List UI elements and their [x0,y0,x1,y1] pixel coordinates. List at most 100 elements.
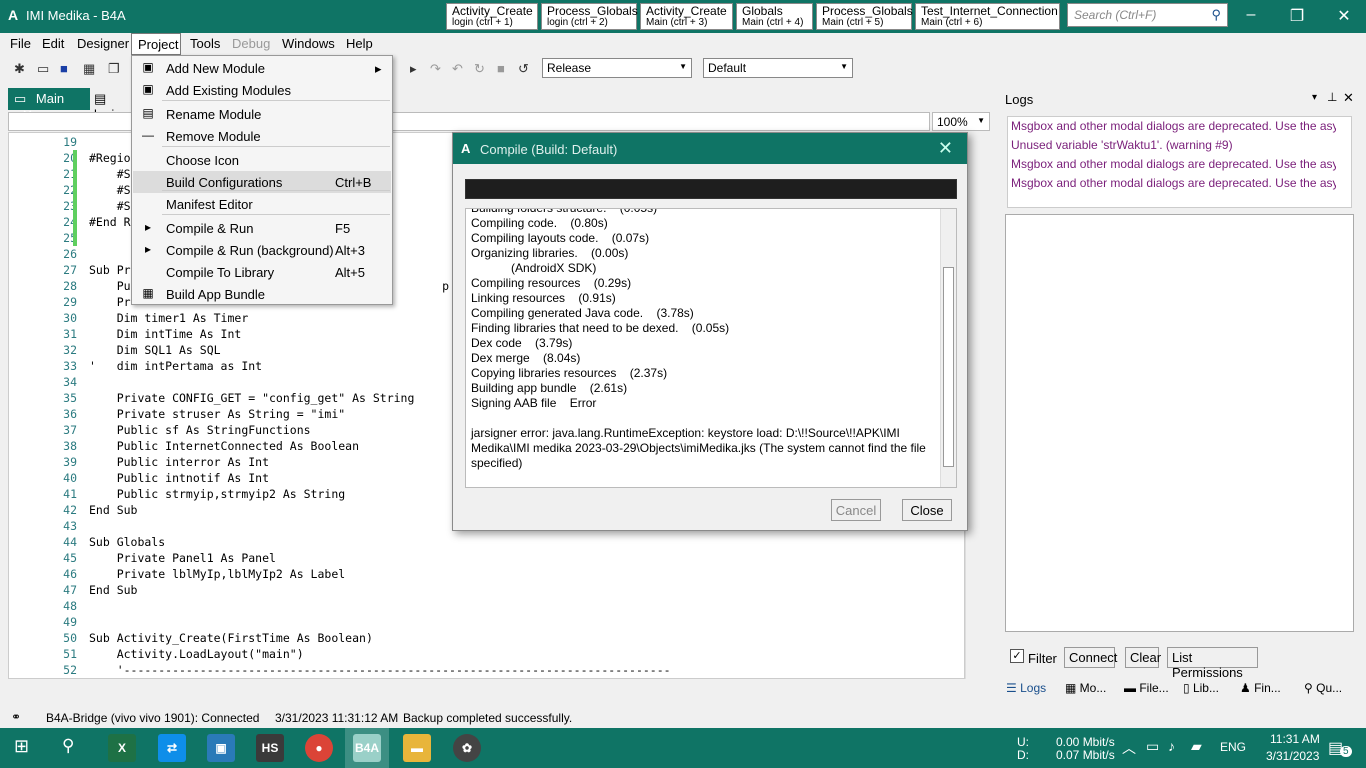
line-number: 46 [63,567,77,581]
build-mode-select[interactable]: Release ▼ [542,58,692,78]
tab-find[interactable]: ♟ Fin... [1240,681,1281,695]
explorer-app-icon[interactable]: ▬ [403,734,431,762]
run-icon[interactable]: ▸ [410,62,424,76]
tab-modules[interactable]: ▦ Mo... [1065,681,1106,695]
logs-warning-list[interactable]: Msgbox and other modal dialogs are depre… [1007,116,1352,208]
menu-tools[interactable]: Tools [190,36,220,51]
menu-item-compile-run-background[interactable]: ▸ Compile & Run (background) Alt+3 [133,239,391,261]
line-number: 48 [63,599,77,613]
code-text: Pr [89,295,131,309]
log-line[interactable]: Msgbox and other modal dialogs are depre… [1011,157,1336,171]
menu-project[interactable]: Project [131,33,181,55]
chevron-up-icon[interactable]: ︿ [1122,738,1136,758]
tab-login[interactable]: ▤ logi [90,88,134,122]
cancel-button[interactable]: Cancel [831,499,881,521]
log-line[interactable]: Unused variable 'strWaktu1'. (warning #9… [1011,138,1336,152]
start-icon[interactable]: ⊞ [14,736,29,757]
menu-file[interactable]: File [10,36,31,51]
menu-designer[interactable]: Designer [77,36,129,51]
save-icon[interactable]: ■ [60,62,74,76]
teamviewer-app-icon[interactable]: ⇄ [158,734,186,762]
connect-button[interactable]: Connect [1064,647,1117,668]
search-icon[interactable]: ⚲ [62,736,74,756]
close-button[interactable]: Close [902,499,952,521]
line-number: 19 [63,135,77,149]
b4a-app-active[interactable]: B4A [345,728,389,768]
export-icon[interactable]: ▦ [83,62,97,76]
step-out-icon[interactable]: ↻ [474,62,488,76]
tab-files[interactable]: ▬ File... [1124,681,1169,695]
minimize-button[interactable]: – [1236,6,1266,24]
line-number: 29 [63,295,77,309]
code-line: 51 Activity.LoadLayout("main") [9,646,949,662]
close-pane-icon[interactable]: ✕ [1343,90,1354,106]
quick-tab-6[interactable]: Test_Internet_Connection Main (ctrl + 6) [915,3,1060,30]
editor-horizontal-scrollbar[interactable] [8,679,965,695]
clock-time[interactable]: 11:31 AM [1270,732,1320,746]
quick-tab-3[interactable]: Activity_Create Main (ctrl + 3) [640,3,733,30]
chrome-app-icon[interactable]: ● [305,734,333,762]
open-folder-icon[interactable]: ▭ [37,62,51,76]
clear-button[interactable]: Clear [1125,647,1161,668]
config-select[interactable]: Default ▼ [703,58,853,78]
pin-icon[interactable]: ⊥ [1327,90,1337,104]
menu-item-choose-icon[interactable]: Choose Icon [133,149,391,171]
logs-output[interactable] [1005,214,1354,632]
tab-icon: ▯ [1183,681,1193,695]
battery-icon[interactable]: ▰ [1191,738,1202,755]
log-line[interactable]: Msgbox and other modal dialogs are depre… [1011,176,1336,190]
dialog-close-icon[interactable]: ✕ [938,138,953,159]
menu-item-manifest-editor[interactable]: Manifest Editor [133,193,391,215]
menu-help[interactable]: Help [346,36,373,51]
line-number: 28 [63,279,77,293]
quick-tab-5[interactable]: Process_Globals Main (ctrl + 5) [816,3,913,30]
compile-log-line: Copying libraries resources (2.37s) [471,366,668,380]
tab-label: Qu... [1316,681,1343,695]
app-icon[interactable]: ▣ [207,734,235,762]
clock-date[interactable]: 3/31/2023 [1266,749,1319,763]
tab-quick-search[interactable]: ⚲ Qu... [1304,681,1342,695]
stop-icon[interactable]: ■ [497,62,511,76]
log-line[interactable]: Msgbox and other modal dialogs are depre… [1011,119,1336,133]
menu-item-compile-run[interactable]: ▸ Compile & Run F5 [133,217,391,239]
step-into-icon[interactable]: ↶ [452,62,466,76]
network-icon[interactable]: ▭ [1146,738,1159,755]
pane-menu-icon[interactable]: ▾ [1312,92,1317,103]
menu-item-build-app-bundle[interactable]: ▦ Build App Bundle [133,283,391,305]
app2-icon[interactable]: ✿ [453,734,481,762]
close-window-button[interactable]: ✕ [1329,6,1359,26]
net-d-label: D: [1017,748,1029,762]
menu-edit[interactable]: Edit [42,36,64,51]
menu-item-add-existing-modules[interactable]: ▣ Add Existing Modules [133,79,391,101]
tab-main[interactable]: ▭ Main ✕ [8,88,90,122]
hs-app-icon[interactable]: HS [256,734,284,762]
menu-separator [162,190,390,191]
new-project-icon[interactable]: ✱ [14,62,28,76]
tab-libraries[interactable]: ▯ Lib... [1183,681,1219,695]
output-scrollbar[interactable] [940,209,956,487]
list-permissions-button[interactable]: List Permissions [1167,647,1258,680]
menu-item-rename-module[interactable]: ▤ Rename Module [133,103,391,125]
maximize-button[interactable]: ❐ [1282,6,1312,26]
code-text: Private struser As String = "imi" [89,407,346,421]
step-icon[interactable]: ↷ [430,62,444,76]
quick-tab-4[interactable]: Globals Main (ctrl + 4) [736,3,813,30]
zoom-select[interactable]: 100% ▼ [932,112,990,131]
filter-checkbox[interactable]: ✓ [1010,649,1024,663]
menu-windows[interactable]: Windows [282,36,335,51]
quick-tab-2[interactable]: Process_Globals login (ctrl + 2) [541,3,638,30]
menu-item-remove-module[interactable]: — Remove Module [133,125,391,147]
menu-item-label: Build App Bundle [166,287,266,302]
restart-icon[interactable]: ↺ [518,62,532,76]
tab-logs[interactable]: ☰ Logs [1006,681,1046,695]
search-input[interactable]: Search (Ctrl+F) ⚲ [1067,3,1228,27]
excel-app-icon[interactable]: X [108,734,136,762]
copy-icon[interactable]: ❐ [108,62,122,76]
compile-output[interactable]: Building folders structure. (0.05s) Compi… [465,208,957,488]
menu-item-compile-to-library[interactable]: Compile To Library Alt+5 [133,261,391,283]
menu-debug[interactable]: Debug [232,36,270,51]
quick-tab-1[interactable]: Activity_Create login (ctrl + 1) [446,3,538,30]
volume-icon[interactable]: ♪ [1168,738,1175,754]
language-indicator[interactable]: ENG [1220,740,1246,754]
menu-item-add-new-module[interactable]: ▣ Add New Module ▸ [133,57,391,79]
